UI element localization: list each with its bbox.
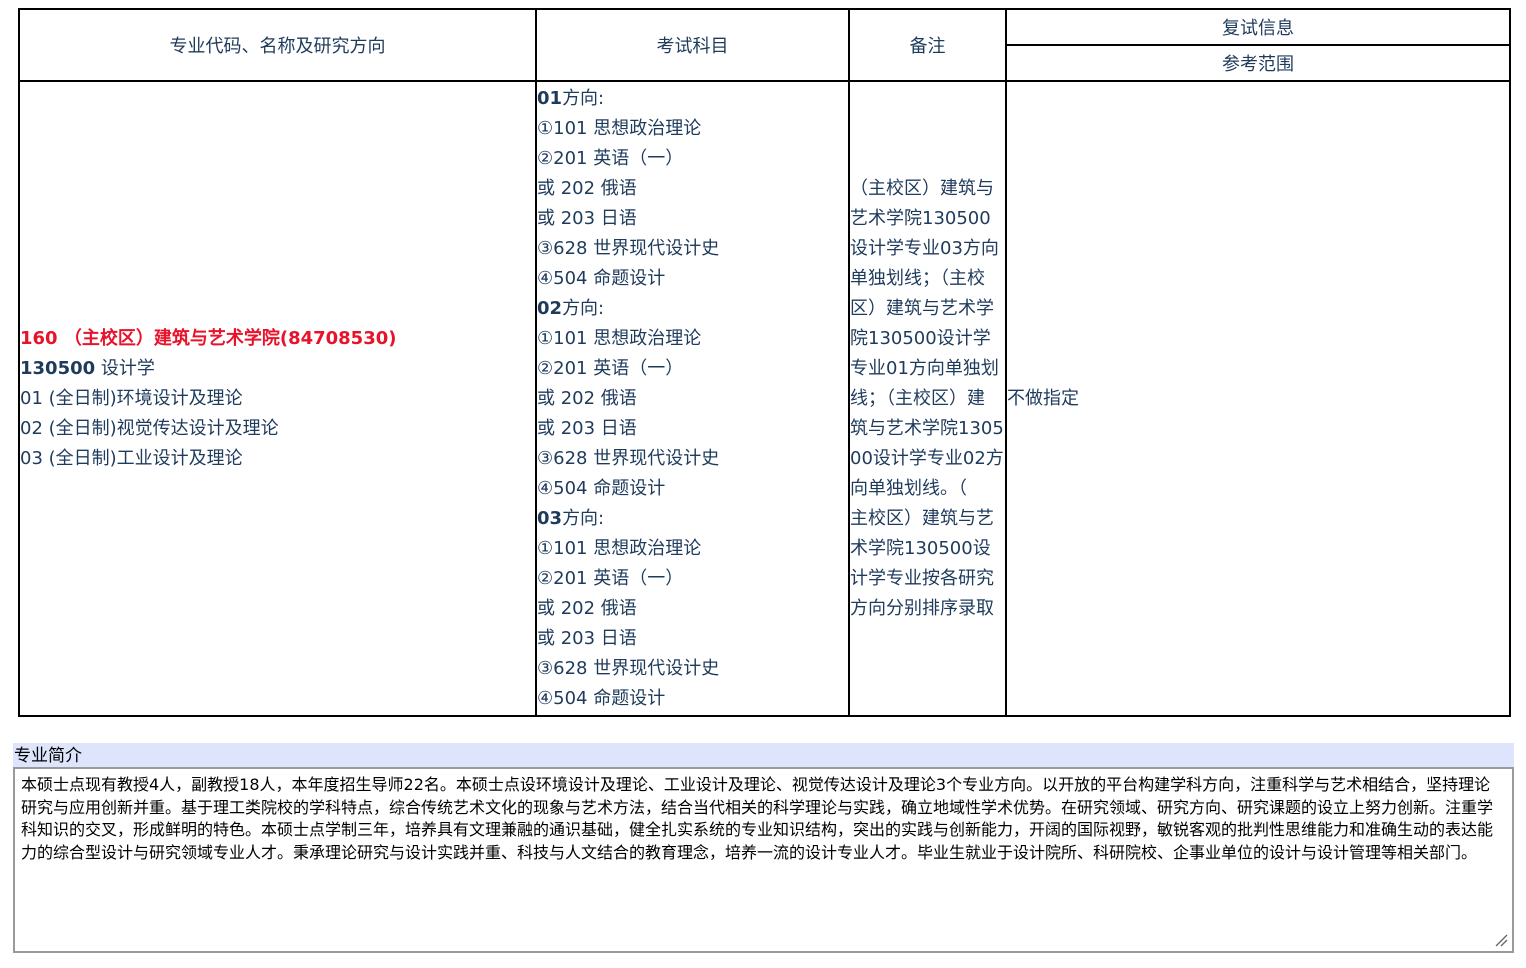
subject-item: ④504 命题设计 [537, 477, 666, 499]
header-subjects: 考试科目 [535, 8, 850, 82]
subject-item: 或 203 日语 [537, 207, 637, 229]
subject-item: ③628 世界现代设计史 [537, 237, 720, 259]
major-code: 130500 [20, 357, 96, 379]
remark-line: 向单独划线。（ [850, 477, 967, 499]
header-major: 专业代码、名称及研究方向 [18, 8, 537, 82]
resize-grip-icon[interactable] [1494, 933, 1508, 947]
subject-item: ③628 世界现代设计史 [537, 657, 720, 679]
remark-line: 线；（主校区）建 [850, 387, 985, 409]
subject-item: ②201 英语（一） [537, 147, 684, 169]
remark-line: 术学院130500设 [850, 537, 991, 559]
direction-item: 03 (全日制)工业设计及理论 [20, 447, 243, 469]
direction-heading: 02方向: [537, 297, 605, 319]
subject-item: 或 202 俄语 [537, 387, 637, 409]
header-retest: 复试信息 [1005, 8, 1511, 46]
remark-line: 方向分别排序录取 [850, 597, 994, 619]
direction-item: 01 (全日制)环境设计及理论 [20, 387, 243, 409]
subject-item: 或 202 俄语 [537, 597, 637, 619]
remark-line: （主校区）建筑与 [850, 177, 994, 199]
remark-line: 艺术学院130500 [850, 207, 991, 229]
subject-item: ①101 思想政治理论 [537, 327, 702, 349]
remark-line: 区）建筑与艺术学 [850, 297, 994, 319]
major-cell: 160 （主校区）建筑与艺术学院(84708530) 130500 设计学 01… [18, 80, 537, 717]
subjects-cell: 01方向: ①101 思想政治理论 ②201 英语（一） 或 202 俄语 或 … [535, 80, 850, 717]
remark-line: 筑与艺术学院1305 [850, 417, 1004, 439]
subject-item: ④504 命题设计 [537, 267, 666, 289]
subject-item: ③628 世界现代设计史 [537, 447, 720, 469]
remark-line: 专业01方向单独划 [850, 357, 999, 379]
remark-line: 主校区）建筑与艺 [850, 507, 994, 529]
subject-item: ①101 思想政治理论 [537, 537, 702, 559]
remark-line: 00设计学专业02方 [850, 447, 1004, 469]
program-table: 专业代码、名称及研究方向 考试科目 备注 复试信息 参考范围 160 （主校区）… [18, 8, 1511, 717]
subject-item: 或 202 俄语 [537, 177, 637, 199]
college-name: 160 （主校区）建筑与艺术学院(84708530) [20, 327, 397, 349]
major-name: 设计学 [95, 357, 155, 379]
remarks-cell: （主校区）建筑与 艺术学院130500 设计学专业03方向 单独划线；（主校 区… [848, 80, 1007, 717]
subject-item: ②201 英语（一） [537, 357, 684, 379]
subject-item: ④504 命题设计 [537, 687, 666, 709]
direction-heading: 03方向: [537, 507, 605, 529]
header-remarks: 备注 [848, 8, 1007, 82]
subject-item: 或 203 日语 [537, 627, 637, 649]
subject-item: ②201 英语（一） [537, 567, 684, 589]
remark-line: 单独划线；（主校 [850, 267, 985, 289]
subject-item: ①101 思想政治理论 [537, 117, 702, 139]
major-code-name: 130500 设计学 [20, 354, 535, 384]
remark-line: 设计学专业03方向 [850, 237, 999, 259]
remark-line: 计学专业按各研究 [850, 567, 994, 589]
direction-heading: 01方向: [537, 87, 605, 109]
direction-item: 02 (全日制)视觉传达设计及理论 [20, 417, 279, 439]
subject-item: 或 203 日语 [537, 417, 637, 439]
intro-textarea[interactable]: 本硕士点现有教授4人，副教授18人，本年度招生导师22名。本硕士点设环境设计及理… [13, 767, 1514, 953]
intro-title: 专业简介 [13, 743, 1514, 767]
remark-line: 院130500设计学 [850, 327, 991, 349]
header-retest-scope: 参考范围 [1005, 44, 1511, 82]
retest-scope-cell: 不做指定 [1005, 80, 1511, 717]
